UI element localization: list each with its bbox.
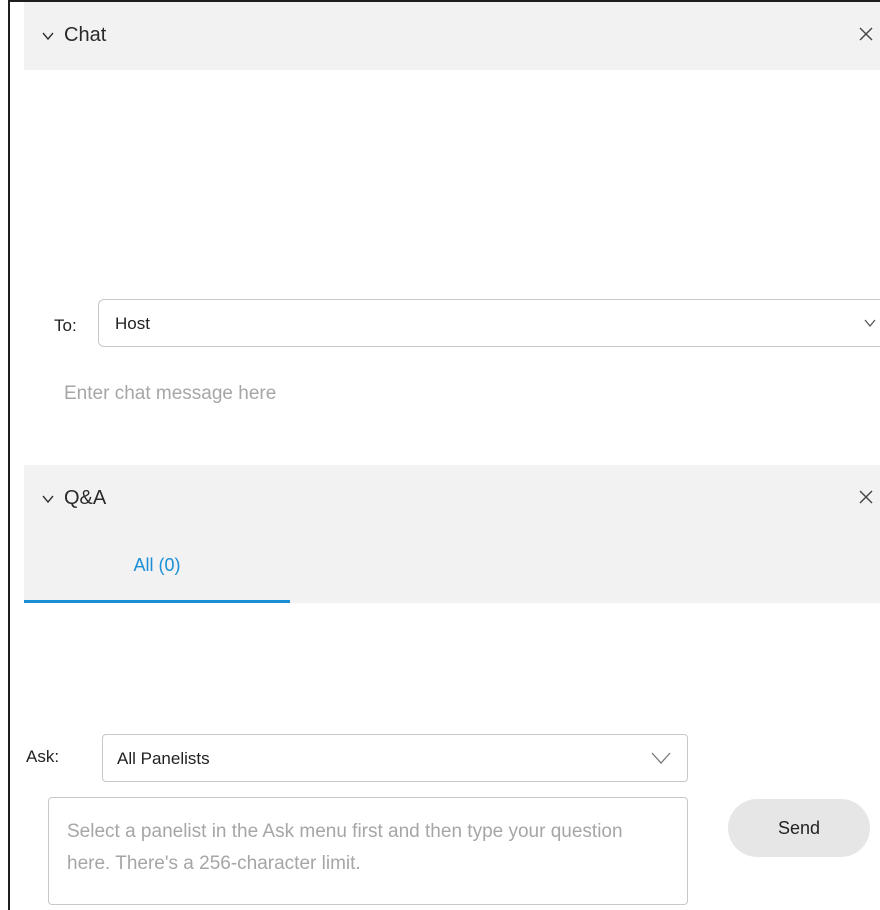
tab-all-label: All (0) [133, 555, 181, 575]
ask-recipient-value: All Panelists [117, 749, 210, 768]
chevron-down-icon[interactable] [42, 493, 54, 505]
send-button[interactable]: Send [728, 799, 870, 857]
chevron-down-icon [864, 319, 876, 328]
question-placeholder: Select a panelist in the Ask menu first … [67, 821, 623, 874]
to-recipient-value: Host [115, 314, 150, 333]
qa-title: Q&A [64, 487, 107, 509]
close-icon[interactable] [858, 26, 874, 42]
ask-label: Ask: [26, 747, 60, 766]
chat-title: Chat [64, 24, 107, 46]
active-tab-indicator [24, 600, 290, 603]
ask-recipient-select[interactable]: All Panelists [102, 734, 688, 782]
tab-all[interactable]: All (0) [24, 533, 290, 603]
chevron-down-icon[interactable] [42, 30, 54, 42]
panel-frame: Chat To: Host Q&A All (0) Ask: All Panel… [8, 0, 880, 910]
chat-header[interactable]: Chat [24, 2, 880, 70]
chat-message-input[interactable] [64, 378, 844, 410]
question-input[interactable]: Select a panelist in the Ask menu first … [48, 797, 688, 905]
to-recipient-select[interactable]: Host [98, 299, 880, 347]
chevron-down-icon [651, 752, 671, 764]
to-label: To: [54, 316, 77, 335]
close-icon[interactable] [858, 489, 874, 505]
